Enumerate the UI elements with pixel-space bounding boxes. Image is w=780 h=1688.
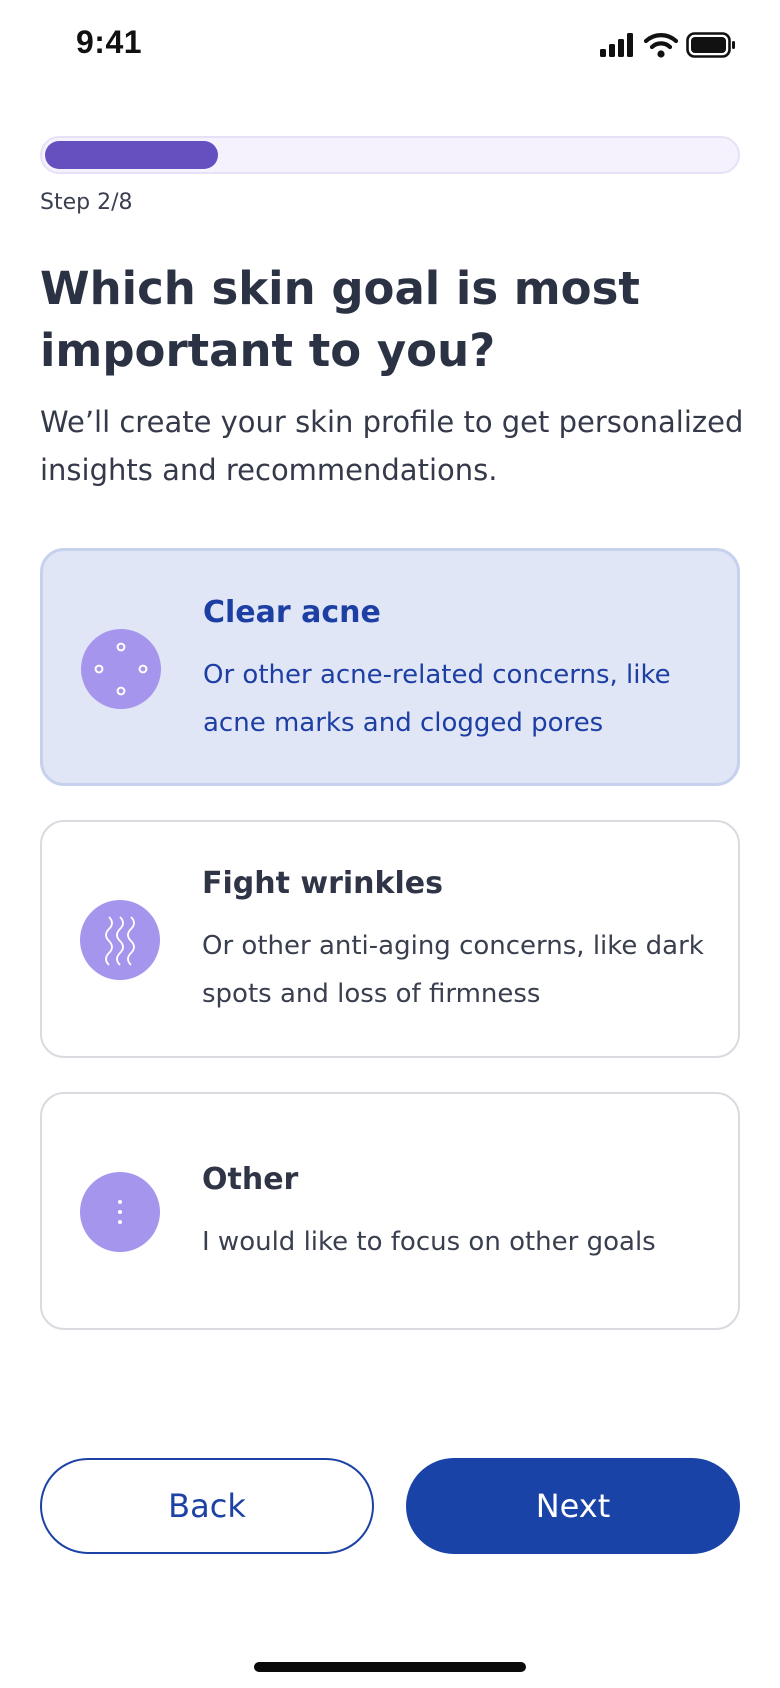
progress-bar <box>40 136 740 174</box>
page-subtitle: We’ll create your skin profile to get pe… <box>40 405 744 487</box>
option-description: Or other anti-aging concerns, like dark … <box>202 931 704 1009</box>
signal-icon <box>600 33 636 61</box>
option-card-fight-wrinkles[interactable]: Fight wrinkles Or other anti-aging conce… <box>40 820 740 1058</box>
wifi-icon <box>643 32 679 62</box>
option-card-other[interactable]: Other I would like to focus on other goa… <box>40 1092 740 1330</box>
page-title: Which skin goal is most important to you… <box>40 262 640 377</box>
option-title: Clear acne <box>203 595 381 630</box>
next-button[interactable]: Next <box>406 1458 740 1554</box>
waves-icon <box>80 900 160 980</box>
battery-icon <box>686 32 736 62</box>
back-button[interactable]: Back <box>40 1458 374 1554</box>
home-indicator <box>254 1662 526 1672</box>
vertical-dots-icon <box>80 1172 160 1252</box>
status-time: 9:41 <box>76 24 143 60</box>
option-description: I would like to focus on other goals <box>202 1227 656 1257</box>
option-title: Other <box>202 1162 299 1197</box>
step-label: Step 2/8 <box>40 190 133 215</box>
option-description: Or other acne-related concerns, like acn… <box>203 660 671 738</box>
status-icons <box>600 32 736 62</box>
dots-circle-icon <box>81 629 161 709</box>
progress-fill <box>45 141 218 169</box>
option-title: Fight wrinkles <box>202 866 443 901</box>
option-card-clear-acne[interactable]: Clear acne Or other acne-related concern… <box>40 548 740 786</box>
